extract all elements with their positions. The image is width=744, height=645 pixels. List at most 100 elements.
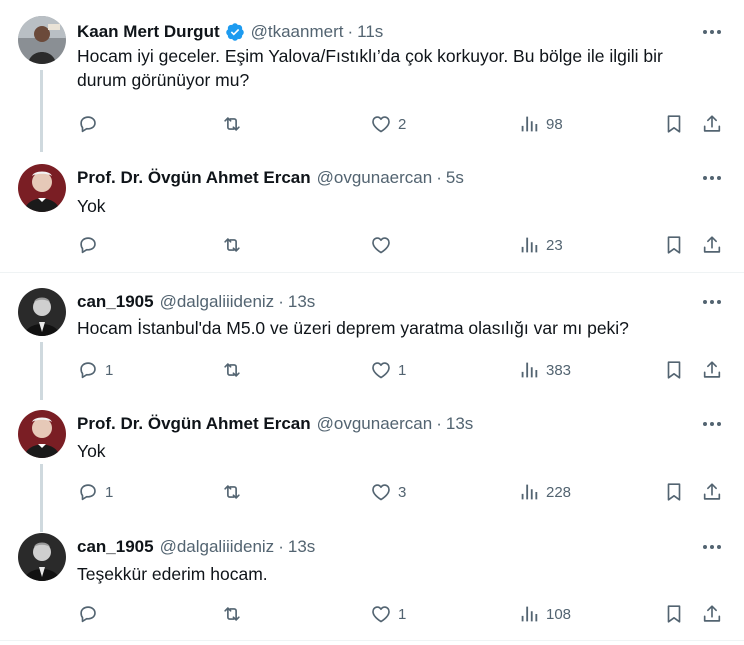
bookmark-icon [667, 115, 681, 133]
like-button[interactable]: 3 [370, 479, 406, 505]
more-options-icon[interactable] [700, 293, 724, 311]
bookmark-button[interactable] [663, 232, 685, 258]
share-icon [703, 115, 721, 132]
tweet-header: can_1905 @dalgaliiideniz · 13s [77, 536, 724, 558]
heart-icon [372, 237, 390, 254]
author-handle[interactable]: @dalgaliiideniz [160, 537, 275, 557]
more-options-icon[interactable] [700, 23, 724, 41]
author-name[interactable]: Prof. Dr. Övgün Ahmet Ercan [77, 168, 311, 188]
author-name[interactable]: can_1905 [77, 292, 154, 312]
bookmark-icon [667, 361, 681, 379]
retweet-button[interactable] [221, 232, 249, 258]
retweet-button[interactable] [221, 601, 249, 627]
author-handle[interactable]: @tkaanmert [251, 22, 344, 42]
like-button[interactable]: 1 [370, 357, 406, 383]
avatar[interactable] [18, 16, 66, 64]
retweet-icon [224, 485, 240, 499]
analytics-bars-icon [521, 237, 538, 253]
more-options-icon[interactable] [700, 415, 724, 433]
timestamp[interactable]: 13s [288, 292, 315, 312]
retweet-icon [224, 238, 240, 252]
views-button[interactable]: 98 [518, 111, 563, 137]
reply-button[interactable]: 1 [77, 357, 113, 383]
retweet-icon [224, 607, 240, 621]
tweet-text-line: Yok [77, 196, 106, 216]
reply-button[interactable] [77, 111, 105, 137]
like-button[interactable]: 2 [370, 111, 406, 137]
tweet[interactable]: Kaan Mert Durgut @tkaanmert · 11s Hocam … [0, 16, 744, 152]
author-name[interactable]: can_1905 [77, 537, 154, 557]
share-button[interactable] [701, 479, 723, 505]
more-options-icon[interactable] [700, 538, 724, 556]
thread-divider [0, 272, 744, 273]
heart-icon [372, 606, 390, 623]
tweet-text: Hocam iyi geceler. Eşim Yalova/Fıstıklı’… [77, 44, 727, 92]
like-button[interactable]: 1 [370, 601, 406, 627]
share-button[interactable] [701, 357, 723, 383]
tweet-text-line: Yok [77, 441, 106, 461]
views-button[interactable]: 228 [518, 479, 571, 505]
tweet[interactable]: Prof. Dr. Övgün Ahmet Ercan @ovgunaercan… [0, 410, 744, 532]
action-bar: 1 108 [77, 601, 724, 627]
analytics-bars-icon [521, 362, 538, 378]
view-count: 98 [546, 115, 563, 133]
share-button[interactable] [701, 601, 723, 627]
avatar[interactable] [18, 533, 66, 581]
tweet-header: Kaan Mert Durgut @tkaanmert · 11s [77, 21, 724, 43]
reply-icon [80, 116, 96, 133]
timestamp[interactable]: 11s [357, 22, 383, 42]
like-button[interactable] [370, 232, 398, 258]
tweet-text-line: Hocam iyi geceler. Eşim Yalova/Fıstıklı’… [77, 46, 663, 66]
author-name[interactable]: Kaan Mert Durgut [77, 22, 220, 42]
timestamp[interactable]: 5s [446, 168, 464, 188]
reply-button[interactable]: 1 [77, 479, 113, 505]
bookmark-button[interactable] [663, 479, 685, 505]
thread-connector [40, 70, 43, 152]
views-button[interactable]: 383 [518, 357, 571, 383]
bookmark-icon [667, 236, 681, 254]
avatar[interactable] [18, 288, 66, 336]
share-icon [703, 483, 721, 500]
tweet-header: Prof. Dr. Övgün Ahmet Ercan @ovgunaercan… [77, 413, 724, 435]
separator-dot: · [347, 22, 354, 41]
avatar[interactable] [18, 410, 66, 458]
tweet-text: Yok [77, 194, 727, 218]
tweet-text-line: durum görünüyor mu? [77, 70, 250, 90]
reply-button[interactable] [77, 232, 105, 258]
timestamp[interactable]: 13s [288, 537, 315, 557]
avatar[interactable] [18, 164, 66, 212]
separator-dot: · [436, 168, 442, 187]
tweet[interactable]: can_1905 @dalgaliiideniz · 13s Hocam İst… [0, 288, 744, 400]
views-button[interactable]: 23 [518, 232, 563, 258]
view-count: 108 [546, 605, 572, 623]
share-button[interactable] [701, 111, 723, 137]
bottom-divider [0, 640, 744, 641]
retweet-button[interactable] [221, 111, 249, 137]
avatar-photo-icon [18, 164, 66, 212]
view-count: 228 [546, 483, 572, 501]
bookmark-button[interactable] [663, 357, 685, 383]
tweet-text: Hocam İstanbul'da M5.0 ve üzeri deprem y… [77, 316, 727, 340]
bookmark-button[interactable] [663, 111, 685, 137]
retweet-button[interactable] [221, 479, 249, 505]
views-button[interactable]: 108 [518, 601, 571, 627]
share-icon [703, 236, 721, 253]
timestamp[interactable]: 13s [446, 414, 473, 434]
like-count: 3 [398, 483, 407, 501]
tweet-header: can_1905 @dalgaliiideniz · 13s [77, 291, 724, 313]
reply-icon [80, 484, 96, 501]
tweet[interactable]: can_1905 @dalgaliiideniz · 13s Teşekkür … [0, 533, 744, 643]
bookmark-button[interactable] [663, 601, 685, 627]
tweet[interactable]: Prof. Dr. Övgün Ahmet Ercan @ovgunaercan… [0, 164, 744, 274]
reply-button[interactable] [77, 601, 105, 627]
author-handle[interactable]: @dalgaliiideniz [160, 292, 275, 312]
author-name[interactable]: Prof. Dr. Övgün Ahmet Ercan [77, 414, 311, 434]
more-options-icon[interactable] [700, 169, 724, 187]
author-handle[interactable]: @ovgunaercan [317, 168, 433, 188]
like-count: 1 [398, 605, 407, 623]
share-button[interactable] [701, 232, 723, 258]
heart-icon [372, 362, 390, 379]
author-handle[interactable]: @ovgunaercan [317, 414, 433, 434]
retweet-button[interactable] [221, 357, 249, 383]
action-bar: 1 1 383 [77, 357, 724, 383]
